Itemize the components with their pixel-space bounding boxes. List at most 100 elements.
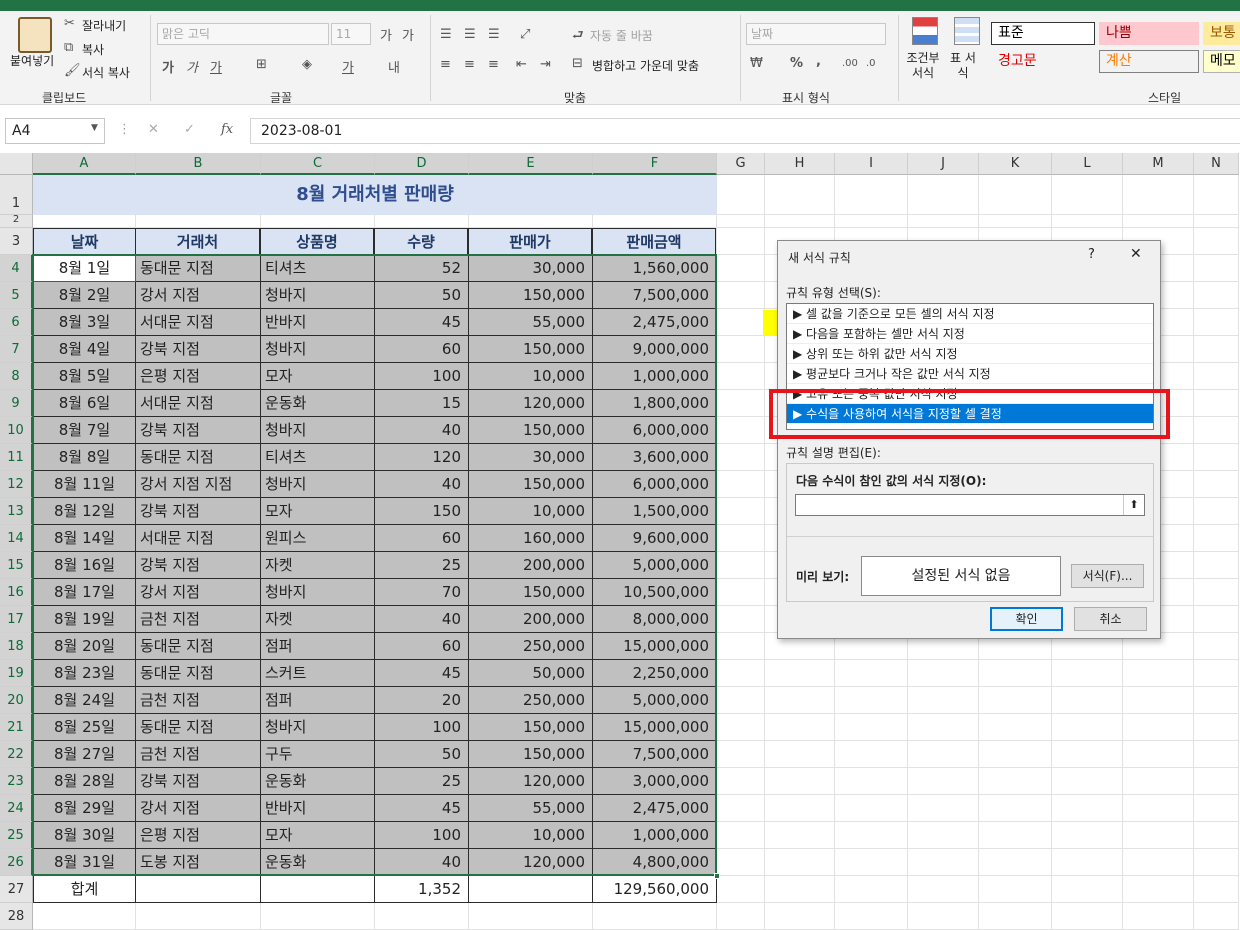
underline-icon[interactable]: 가 — [210, 57, 222, 76]
column-header-d[interactable]: D — [375, 153, 469, 175]
collapse-dialog-icon[interactable]: ⬆ — [1123, 495, 1144, 515]
column-header-b[interactable]: B — [136, 153, 261, 175]
row-header-22[interactable]: 22 — [0, 741, 33, 768]
data-cell[interactable]: 30,000 — [469, 255, 593, 282]
data-cell[interactable]: 52 — [375, 255, 469, 282]
data-cell[interactable]: 모자 — [261, 822, 375, 849]
data-cell[interactable]: 150,000 — [469, 336, 593, 363]
table-format-button[interactable]: 표 서식 — [948, 51, 978, 81]
font-size-combo[interactable]: 11 — [331, 23, 371, 45]
data-cell[interactable]: 자켓 — [261, 552, 375, 579]
paste-button[interactable]: 붙여넣기 — [10, 52, 54, 69]
data-cell[interactable]: 55,000 — [469, 309, 593, 336]
data-cell[interactable]: 동대문 지점 — [136, 255, 261, 282]
date-cell[interactable]: 8월 8일 — [33, 444, 136, 471]
data-cell[interactable]: 자켓 — [261, 606, 375, 633]
phonetic-icon[interactable]: 내 — [388, 57, 400, 76]
row-header-27[interactable]: 27 — [0, 876, 33, 903]
data-cell[interactable]: 10,000 — [469, 498, 593, 525]
data-cell[interactable]: 40 — [375, 471, 469, 498]
data-cell[interactable]: 동대문 지점 — [136, 633, 261, 660]
data-cell[interactable]: 동대문 지점 — [136, 714, 261, 741]
data-cell[interactable]: 금천 지점 — [136, 606, 261, 633]
row-header-21[interactable]: 21 — [0, 714, 33, 741]
data-cell[interactable]: 15,000,000 — [593, 633, 717, 660]
align-bottom-icon[interactable]: ☰ — [488, 27, 500, 42]
cell-style-note[interactable]: 메모 — [1203, 50, 1240, 73]
row-header-16[interactable]: 16 — [0, 579, 33, 606]
data-cell[interactable]: 7,500,000 — [593, 741, 717, 768]
date-cell[interactable]: 8월 20일 — [33, 633, 136, 660]
date-cell[interactable]: 8월 12일 — [33, 498, 136, 525]
date-cell[interactable]: 8월 14일 — [33, 525, 136, 552]
data-cell[interactable]: 은평 지점 — [136, 363, 261, 390]
data-cell[interactable]: 25 — [375, 552, 469, 579]
row-header-3[interactable]: 3 — [0, 228, 33, 255]
data-cell[interactable]: 45 — [375, 309, 469, 336]
data-cell[interactable]: 강서 지점 — [136, 579, 261, 606]
table-header-cell[interactable]: 상품명 — [260, 228, 374, 255]
data-cell[interactable]: 60 — [375, 633, 469, 660]
date-cell[interactable]: 8월 31일 — [33, 849, 136, 876]
table-header-cell[interactable]: 판매가 — [468, 228, 592, 255]
data-cell[interactable]: 1,800,000 — [593, 390, 717, 417]
data-cell[interactable]: 50 — [375, 741, 469, 768]
row-header-2[interactable]: 2 — [0, 215, 33, 228]
bold-icon[interactable]: 가 — [162, 57, 174, 76]
data-cell[interactable]: 청바지 — [261, 417, 375, 444]
grow-font-icon[interactable]: 가 — [380, 25, 392, 44]
data-cell[interactable]: 45 — [375, 660, 469, 687]
data-cell[interactable]: 청바지 — [261, 579, 375, 606]
data-cell[interactable]: 100 — [375, 714, 469, 741]
row-header-23[interactable]: 23 — [0, 768, 33, 795]
column-header-m[interactable]: M — [1123, 153, 1194, 175]
data-cell[interactable]: 운동화 — [261, 768, 375, 795]
total-empty[interactable] — [261, 876, 375, 903]
cell-style-bad[interactable]: 나쁨 — [1099, 22, 1199, 45]
data-cell[interactable]: 은평 지점 — [136, 822, 261, 849]
row-header-18[interactable]: 18 — [0, 633, 33, 660]
cell-style-calculation[interactable]: 계산 — [1099, 50, 1199, 73]
date-cell[interactable]: 8월 29일 — [33, 795, 136, 822]
rule-type-item[interactable]: ▶ 다음을 포함하는 셀만 서식 지정 — [787, 324, 1153, 344]
data-cell[interactable]: 청바지 — [261, 471, 375, 498]
data-cell[interactable]: 1,560,000 — [593, 255, 717, 282]
data-cell[interactable]: 150,000 — [469, 471, 593, 498]
merge-center-button[interactable]: 병합하고 가운데 맞춤 — [592, 57, 699, 74]
cancel-button[interactable]: 취소 — [1074, 607, 1147, 631]
data-cell[interactable]: 6,000,000 — [593, 417, 717, 444]
data-cell[interactable]: 운동화 — [261, 390, 375, 417]
data-cell[interactable]: 150,000 — [469, 417, 593, 444]
paste-icon[interactable] — [18, 17, 52, 53]
row-header-17[interactable]: 17 — [0, 606, 33, 633]
data-cell[interactable]: 15 — [375, 390, 469, 417]
formula-rule-input[interactable] — [795, 494, 1145, 516]
chevron-down-icon[interactable]: ▼ — [91, 123, 98, 133]
data-cell[interactable]: 강북 지점 — [136, 768, 261, 795]
sheet-title[interactable]: 8월 거래처별 판매량 — [33, 175, 717, 215]
data-cell[interactable]: 150,000 — [469, 741, 593, 768]
data-cell[interactable]: 25 — [375, 768, 469, 795]
rule-type-item[interactable]: ▶ 평균보다 크거나 작은 값만 서식 지정 — [787, 364, 1153, 384]
row-header-20[interactable]: 20 — [0, 687, 33, 714]
data-cell[interactable]: 강북 지점 — [136, 336, 261, 363]
confirm-entry-icon[interactable]: ✓ — [184, 122, 195, 137]
cut-button[interactable]: 잘라내기 — [82, 17, 126, 34]
increase-indent-icon[interactable]: ⇥ — [540, 57, 551, 72]
data-cell[interactable]: 55,000 — [469, 795, 593, 822]
data-cell[interactable]: 45 — [375, 795, 469, 822]
row-header-7[interactable]: 7 — [0, 336, 33, 363]
data-cell[interactable]: 9,000,000 — [593, 336, 717, 363]
number-format-combo[interactable]: 날짜 — [746, 23, 886, 45]
data-cell[interactable]: 30,000 — [469, 444, 593, 471]
data-cell[interactable]: 티셔츠 — [261, 444, 375, 471]
data-cell[interactable]: 6,000,000 — [593, 471, 717, 498]
formula-input[interactable]: 2023-08-01 — [250, 118, 1240, 144]
total-label[interactable]: 합계 — [33, 876, 136, 903]
decrease-indent-icon[interactable]: ⇤ — [516, 57, 527, 72]
column-header-l[interactable]: L — [1052, 153, 1123, 175]
date-cell[interactable]: 8월 11일 — [33, 471, 136, 498]
align-center-icon[interactable]: ≡ — [464, 57, 475, 72]
row-header-12[interactable]: 12 — [0, 471, 33, 498]
table-header-cell[interactable]: 판매금액 — [592, 228, 716, 255]
